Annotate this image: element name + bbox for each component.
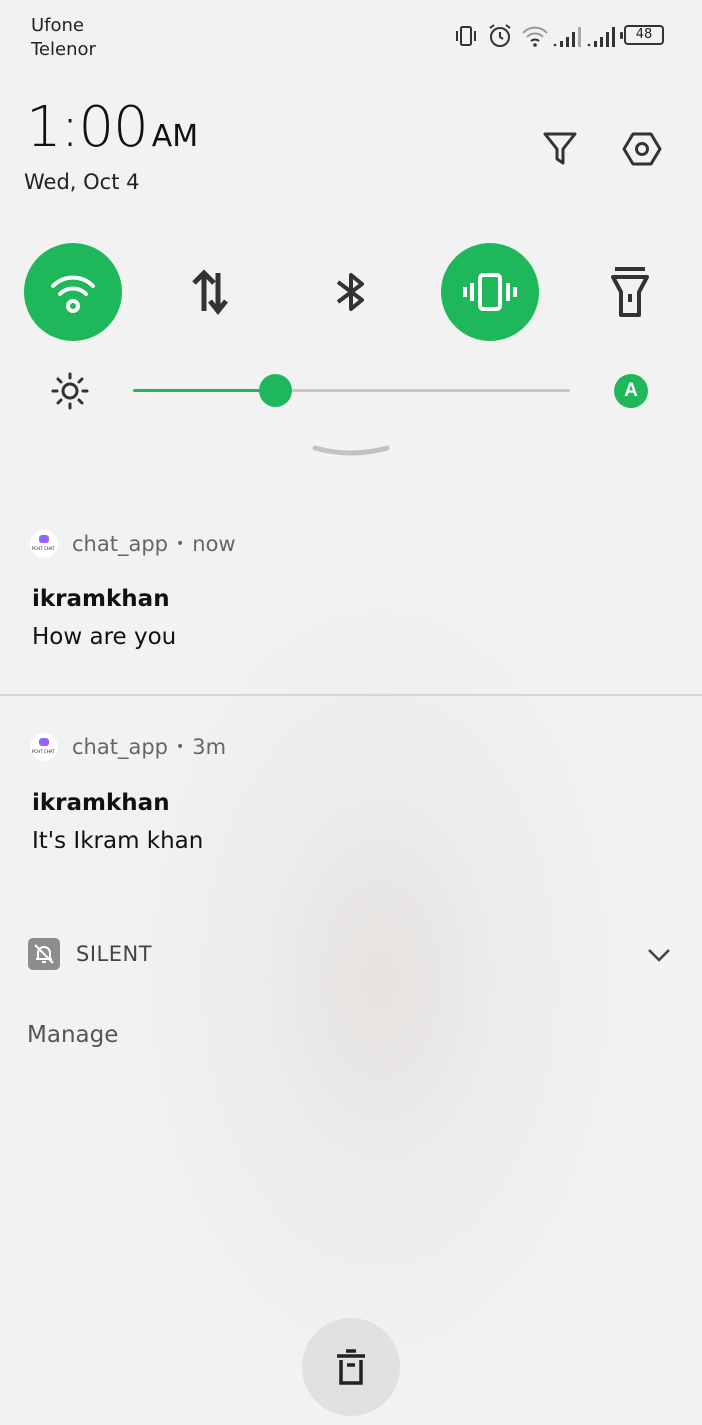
auto-brightness-button[interactable]: A xyxy=(614,374,648,408)
wifi-icon xyxy=(51,275,95,313)
signal-icon-1 xyxy=(553,27,581,47)
settings-button[interactable] xyxy=(617,124,667,174)
notification-title: ikramkhan xyxy=(32,586,170,612)
notification-title: ikramkhan xyxy=(32,790,170,816)
app-name: chat_app xyxy=(72,735,168,759)
mobile-data-tile[interactable] xyxy=(162,243,260,341)
battery-indicator: 48 xyxy=(620,25,664,45)
notification-header: PCHT CHAT chat_app • now xyxy=(30,530,236,558)
silent-bell-icon xyxy=(28,938,60,970)
flashlight-icon xyxy=(611,267,649,317)
manage-button[interactable]: Manage xyxy=(27,1022,118,1048)
app-icon: PCHT CHAT xyxy=(30,733,58,761)
settings-icon xyxy=(622,132,662,166)
bluetooth-icon xyxy=(336,273,364,311)
app-name: chat_app xyxy=(72,532,168,556)
brightness-icon xyxy=(51,372,89,410)
notification-card[interactable]: PCHT CHAT chat_app • 3m ikramkhan It's I… xyxy=(0,724,702,894)
carrier-2: Telenor xyxy=(31,39,96,60)
notification-card[interactable]: PCHT CHAT chat_app • now ikramkhan How a… xyxy=(0,520,702,694)
separator-dot: • xyxy=(176,739,185,755)
brightness-slider-fill xyxy=(133,389,276,392)
expand-handle-icon[interactable] xyxy=(312,442,390,460)
silent-label: SILENT xyxy=(76,942,153,966)
notification-time: 3m xyxy=(192,735,227,759)
filter-icon xyxy=(543,132,577,165)
clock-time: 1:00 xyxy=(26,95,149,160)
chevron-down-icon[interactable] xyxy=(646,945,672,965)
notification-filter-button[interactable] xyxy=(535,124,585,174)
vibrate-tile[interactable] xyxy=(441,243,539,341)
bluetooth-tile[interactable] xyxy=(302,243,400,341)
flashlight-tile[interactable] xyxy=(581,243,679,341)
separator-dot: • xyxy=(176,536,185,552)
notification-body: How are you xyxy=(32,624,177,650)
alarm-icon xyxy=(489,24,511,47)
carrier-names: Ufone Telenor xyxy=(31,14,96,62)
trash-icon xyxy=(337,1349,365,1385)
data-transfer-icon xyxy=(192,269,228,316)
clock-ampm: AM xyxy=(151,119,199,154)
vibrate-icon xyxy=(456,26,476,46)
wifi-status-icon xyxy=(522,26,548,47)
signal-icon-2 xyxy=(587,27,615,47)
notification-body: It's Ikram khan xyxy=(32,828,204,854)
brightness-slider-thumb[interactable] xyxy=(259,374,292,407)
wifi-tile[interactable] xyxy=(24,243,122,341)
app-icon: PCHT CHAT xyxy=(30,530,58,558)
vibrate-icon xyxy=(463,273,517,311)
notification-header: PCHT CHAT chat_app • 3m xyxy=(30,733,226,761)
clear-all-button[interactable] xyxy=(302,1318,400,1416)
date-label[interactable]: Wed, Oct 4 xyxy=(24,170,139,194)
status-icons: 48 xyxy=(450,20,670,52)
divider xyxy=(0,694,702,696)
silent-section-header[interactable]: SILENT xyxy=(28,938,152,970)
notification-time: now xyxy=(192,532,236,556)
carrier-1: Ufone xyxy=(31,15,85,36)
clock[interactable]: 1:00 AM xyxy=(26,96,198,169)
